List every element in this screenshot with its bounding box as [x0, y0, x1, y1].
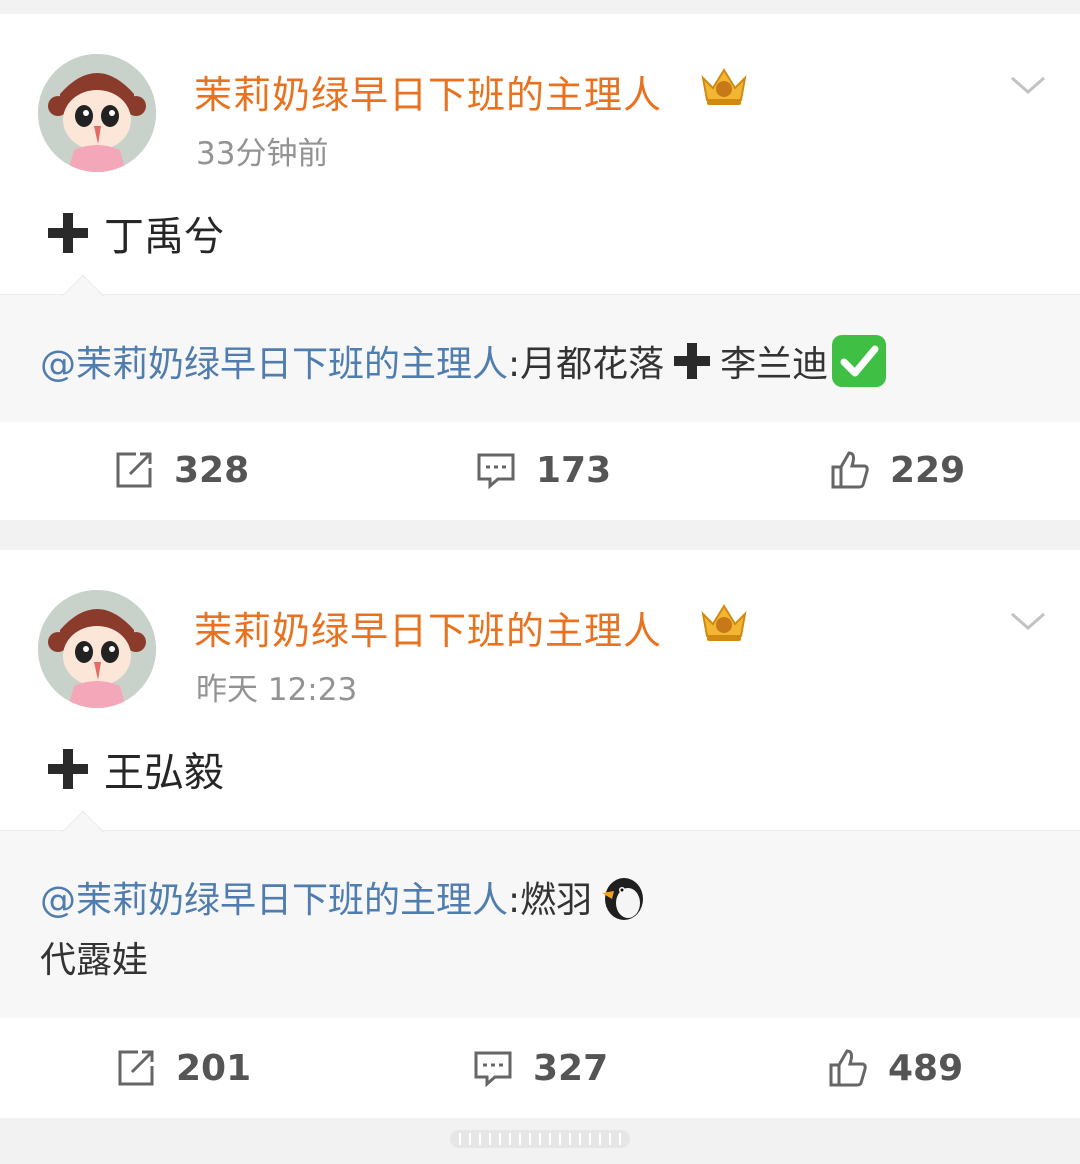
repost-text: :燃羽	[508, 880, 593, 921]
repost-notch	[61, 274, 105, 318]
like-count: 489	[888, 1047, 964, 1089]
repost-text: 李兰迪	[720, 344, 829, 385]
repost-notch	[61, 810, 105, 854]
repost-line: @茉莉奶绿早日下班的主理人 :月都花落 李兰迪	[40, 335, 887, 387]
page-indicator	[450, 1130, 630, 1148]
mention-link[interactable]: @茉莉奶绿早日下班的主理人	[40, 871, 508, 923]
repost-text: :月都花落	[508, 344, 665, 385]
weibo-feed: 茉莉奶绿早日下班的主理人 33分钟前 丁禹兮 @茉莉奶绿早日下班的主理人:月都…	[0, 0, 1080, 1164]
chevron-down-icon[interactable]	[1006, 606, 1050, 636]
avatar[interactable]	[38, 54, 156, 172]
repost-icon	[118, 1050, 154, 1086]
comment-count: 173	[536, 449, 612, 491]
repost-button[interactable]: 328	[114, 422, 249, 518]
check-mark-icon	[832, 335, 887, 387]
post-text: 丁禹兮	[46, 204, 224, 262]
penguin-icon	[602, 878, 644, 920]
repost-icon	[116, 452, 152, 488]
repost-box[interactable]: @茉莉奶绿早日下班的主理人 :燃羽 代露娃	[0, 810, 1080, 1018]
action-bar: 328 173 229	[0, 422, 1080, 518]
post-text: 王弘毅	[46, 740, 224, 798]
avatar[interactable]	[38, 590, 156, 708]
plus-icon	[674, 343, 711, 379]
comment-button[interactable]: 173	[476, 422, 611, 518]
post-text-content: 丁禹兮	[104, 214, 224, 260]
repost-line: @茉莉奶绿早日下班的主理人 :燃羽	[40, 871, 646, 923]
post-time: 昨天 12:23	[196, 672, 358, 708]
repost-count: 328	[174, 449, 250, 491]
post-header: 茉莉奶绿早日下班的主理人 昨天 12:23	[0, 550, 1080, 720]
like-button[interactable]: 489	[828, 1020, 963, 1116]
post-time: 33分钟前	[196, 136, 329, 172]
repost-text: 代露娃	[40, 940, 149, 981]
like-count: 229	[890, 449, 966, 491]
crown-badge-icon	[697, 64, 751, 108]
comment-icon	[474, 1051, 512, 1088]
comment-icon	[477, 453, 515, 490]
like-icon	[829, 1049, 867, 1087]
action-bar: 201 327 489	[0, 1020, 1080, 1116]
author-name[interactable]: 茉莉奶绿早日下班的主理人	[194, 600, 662, 655]
like-icon	[831, 451, 869, 489]
mention-link[interactable]: @茉莉奶绿早日下班的主理人	[40, 335, 508, 387]
plus-icon	[48, 749, 88, 789]
plus-icon	[48, 213, 88, 253]
like-button[interactable]: 229	[830, 422, 965, 518]
chevron-down-icon[interactable]	[1006, 70, 1050, 100]
repost-count: 201	[176, 1047, 252, 1089]
post-header: 茉莉奶绿早日下班的主理人 33分钟前	[0, 14, 1080, 184]
repost-button[interactable]: 201	[116, 1020, 251, 1116]
repost-box[interactable]: @茉莉奶绿早日下班的主理人 :月都花落 李兰迪	[0, 274, 1080, 422]
comment-count: 327	[533, 1047, 609, 1089]
repost-line: 代露娃	[40, 931, 148, 983]
author-name[interactable]: 茉莉奶绿早日下班的主理人	[194, 64, 662, 119]
comment-button[interactable]: 327	[473, 1020, 608, 1116]
post-card: 茉莉奶绿早日下班的主理人 33分钟前 丁禹兮 @茉莉奶绿早日下班的主理人:月都…	[0, 14, 1080, 520]
crown-badge-icon	[697, 600, 751, 644]
post-text-content: 王弘毅	[104, 750, 224, 796]
post-card: 茉莉奶绿早日下班的主理人 昨天 12:23 王弘毅 @茉莉奶绿早日下班的主理人 …	[0, 550, 1080, 1118]
